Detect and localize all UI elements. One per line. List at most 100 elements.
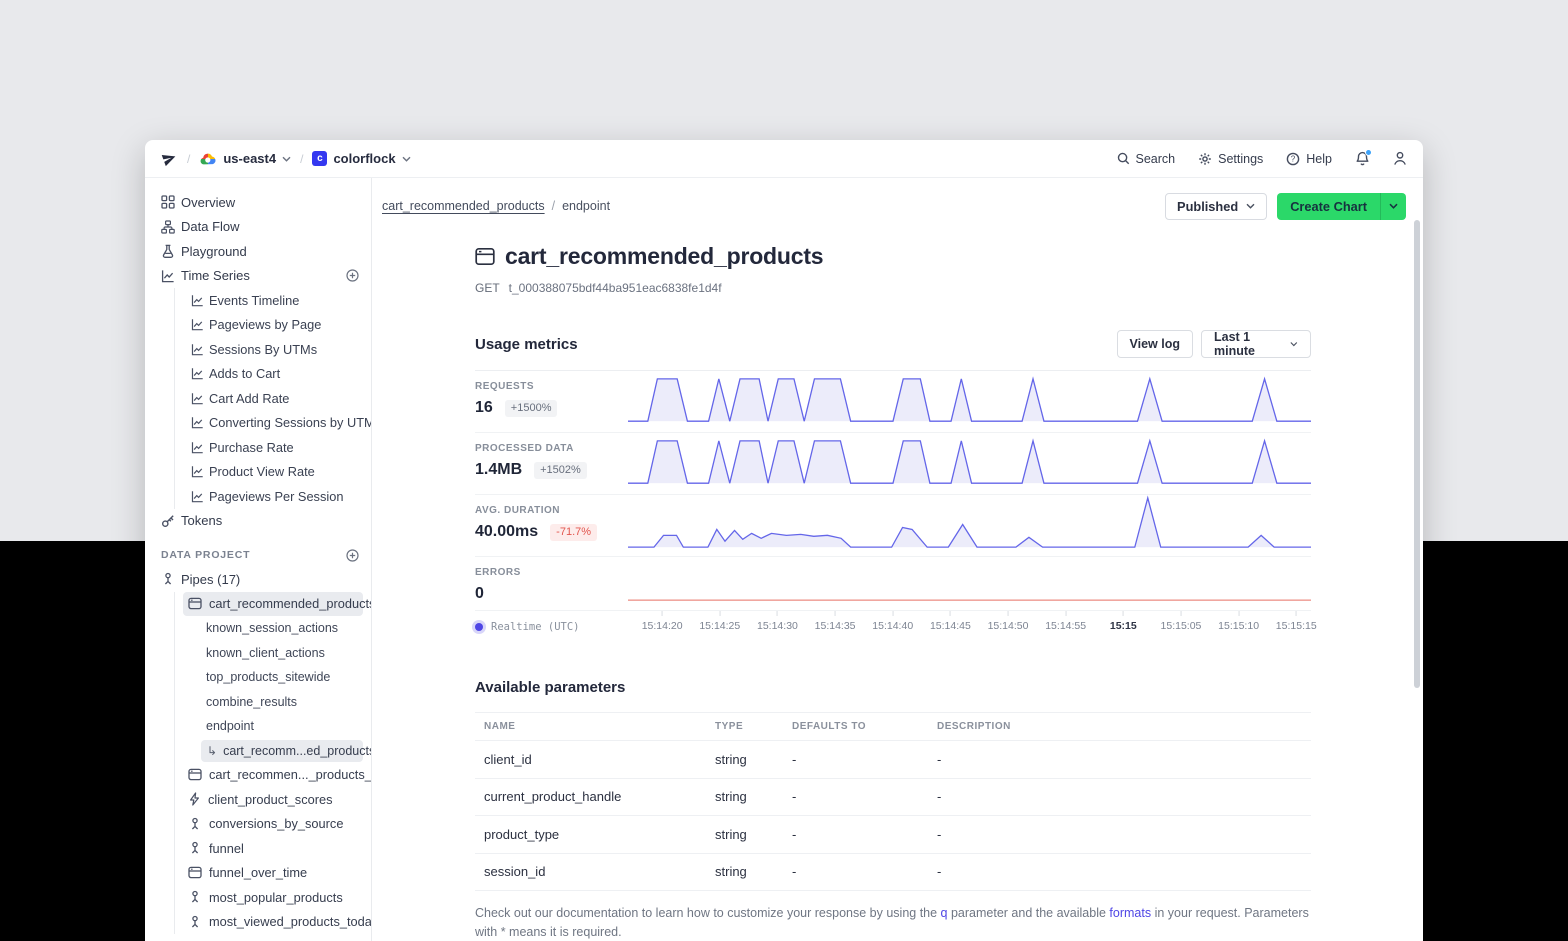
chevron-down-icon [1246, 203, 1255, 209]
chart-line-icon [191, 318, 204, 331]
formats-link[interactable]: formats [1109, 906, 1151, 920]
breadcrumb-separator: / [300, 152, 303, 166]
metric-value-row: 40.00ms-71.7% [475, 523, 628, 541]
notifications-button[interactable] [1355, 151, 1370, 166]
sidebar-item-endpoint[interactable]: endpoint [183, 714, 363, 739]
sidebar-item-cart-add-rate[interactable]: Cart Add Rate [191, 386, 363, 411]
breadcrumb: cart_recommended_products / endpoint [382, 199, 610, 213]
chart-line-icon [191, 367, 204, 380]
breadcrumb-parent-link[interactable]: cart_recommended_products [382, 199, 545, 213]
sidebar-item-label: cart_recommended_products [209, 596, 372, 611]
sidebar-item-tokens[interactable]: Tokens [153, 509, 363, 534]
data-project-header: DATA PROJECT [153, 543, 363, 567]
user-menu-button[interactable] [1393, 151, 1407, 166]
key-icon [161, 514, 175, 528]
param-name: product_type [475, 827, 715, 842]
time-tick: 15:14:50 [988, 611, 1029, 632]
sidebar-item-combine-results[interactable]: combine_results [183, 690, 363, 715]
search-icon [1117, 152, 1130, 165]
region-selector[interactable]: us-east4 [199, 151, 291, 166]
time-tick-label: 15:14:30 [757, 620, 798, 632]
time-tick: 15:15 [1110, 611, 1137, 632]
time-tick: 15:14:45 [930, 611, 971, 632]
column-header-defaults-to: DEFAULTS TO [792, 721, 937, 732]
sidebar-item-time-series[interactable]: Time Series [153, 264, 363, 289]
sidebar-item-converting-sessions-by-utm[interactable]: Converting Sessions by UTM [191, 411, 363, 436]
workspace-selector[interactable]: c colorflock [312, 151, 410, 166]
sidebar-item-known-client-actions[interactable]: known_client_actions [183, 641, 363, 666]
time-tick-label: 15:14:55 [1045, 620, 1086, 632]
sidebar-item-adds-to-cart[interactable]: Adds to Cart [191, 362, 363, 387]
main-scrollbar[interactable] [1414, 220, 1420, 688]
realtime-indicator-dot [475, 623, 483, 631]
sidebar-item-pageviews-by-page[interactable]: Pageviews by Page [191, 313, 363, 338]
time-range-dropdown[interactable]: Last 1 minute [1201, 330, 1311, 358]
help-icon: ? [1286, 152, 1300, 166]
footnote-text: Check out our documentation to learn how… [475, 906, 941, 920]
chart-time-axis: Realtime (UTC) 15:14:2015:14:2515:14:301… [475, 611, 1311, 641]
chart-line-icon [191, 441, 204, 454]
endpoint-token[interactable]: t_000388075bdf44ba951eac6838fe1d4f [509, 281, 722, 295]
sidebar-item-label: Purchase Rate [209, 440, 294, 455]
sidebar-item-label: Time Series [181, 268, 340, 283]
materialized-icon [188, 792, 201, 806]
create-chart-button[interactable]: Create Chart [1277, 193, 1380, 220]
param-description: - [937, 827, 1311, 842]
pipe-icon [188, 915, 202, 929]
endpoint-icon [475, 247, 495, 266]
sidebar-item-playground[interactable]: Playground [153, 239, 363, 264]
sidebar-item-purchase-rate[interactable]: Purchase Rate [191, 435, 363, 460]
sidebar-item-most-popular-products[interactable]: most_popular_products [183, 885, 363, 910]
column-header-name: NAME [475, 721, 715, 732]
add-data-project-button[interactable] [346, 549, 359, 562]
sidebar-item-product-view-rate[interactable]: Product View Rate [191, 460, 363, 485]
param-default: - [792, 827, 937, 842]
metric-label: PROCESSED DATA [475, 443, 628, 454]
sidebar-item-conversions-by-source[interactable]: conversions_by_source [183, 812, 363, 837]
sidebar-item-most-viewed-products-today[interactable]: most_viewed_products_today [183, 910, 363, 935]
q-parameter-link[interactable]: q [941, 906, 948, 920]
help-button[interactable]: ? Help [1286, 152, 1332, 166]
sidebar-item-label: most_popular_products [209, 890, 343, 905]
pipe-icon [161, 572, 175, 586]
sidebar-item-label: most_viewed_products_today [209, 914, 372, 929]
param-name: current_product_handle [475, 789, 715, 804]
sidebar-item-data-flow[interactable]: Data Flow [153, 215, 363, 240]
sidebar-item-label: client_product_scores [208, 792, 332, 807]
metric-chart-avg-duration [628, 495, 1311, 556]
sidebar-item-cart-recommended-products[interactable]: cart_recommended_products [183, 592, 363, 617]
footnote-text: parameter and the available [948, 906, 1110, 920]
sidebar-item-known-session-actions[interactable]: known_session_actions [183, 616, 363, 641]
available-parameters-title: Available parameters [475, 679, 1311, 696]
time-tick-label: 15:15:05 [1161, 620, 1202, 632]
metric-value-row: 16+1500% [475, 399, 628, 417]
sidebar-item-cart-recomm-ed-products[interactable]: ↳cart_recomm...ed_products [201, 740, 363, 762]
time-tick: 15:14:55 [1045, 611, 1086, 632]
add-time-series-button[interactable] [346, 269, 359, 282]
sidebar-item-top-products-sitewide[interactable]: top_products_sitewide [183, 665, 363, 690]
sidebar-item-label: cart_recommen..._products_v3 [209, 767, 372, 782]
metric-delta-badge: +1502% [534, 462, 587, 479]
sidebar-item-pageviews-per-session[interactable]: Pageviews Per Session [191, 484, 363, 509]
sidebar-item-funnel[interactable]: funnel [183, 836, 363, 861]
help-label: Help [1306, 152, 1332, 166]
create-chart-caret-button[interactable] [1380, 193, 1406, 220]
view-log-button[interactable]: View log [1117, 330, 1193, 358]
view-log-label: View log [1130, 337, 1180, 351]
published-dropdown[interactable]: Published [1165, 193, 1267, 220]
settings-button[interactable]: Settings [1198, 152, 1263, 166]
sidebar-item-sessions-by-utms[interactable]: Sessions By UTMs [191, 337, 363, 362]
tick-mark [1123, 611, 1124, 616]
sidebar-item-events-timeline[interactable]: Events Timeline [191, 288, 363, 313]
sidebar-item-pipes[interactable]: Pipes (17) [153, 567, 363, 592]
sidebar-item-funnel-over-time[interactable]: funnel_over_time [183, 861, 363, 886]
svg-text:?: ? [1291, 154, 1296, 163]
chart-line-icon [191, 490, 204, 503]
sidebar-item-overview[interactable]: Overview [153, 190, 363, 215]
app-logo-icon[interactable] [161, 150, 178, 167]
gcp-cloud-icon [199, 152, 217, 166]
search-button[interactable]: Search [1117, 152, 1176, 166]
column-header-description: DESCRIPTION [937, 721, 1311, 732]
sidebar-item-cart-recommen-products-v3[interactable]: cart_recommen..._products_v3 [183, 763, 363, 788]
sidebar-item-client-product-scores[interactable]: client_product_scores [183, 787, 363, 812]
